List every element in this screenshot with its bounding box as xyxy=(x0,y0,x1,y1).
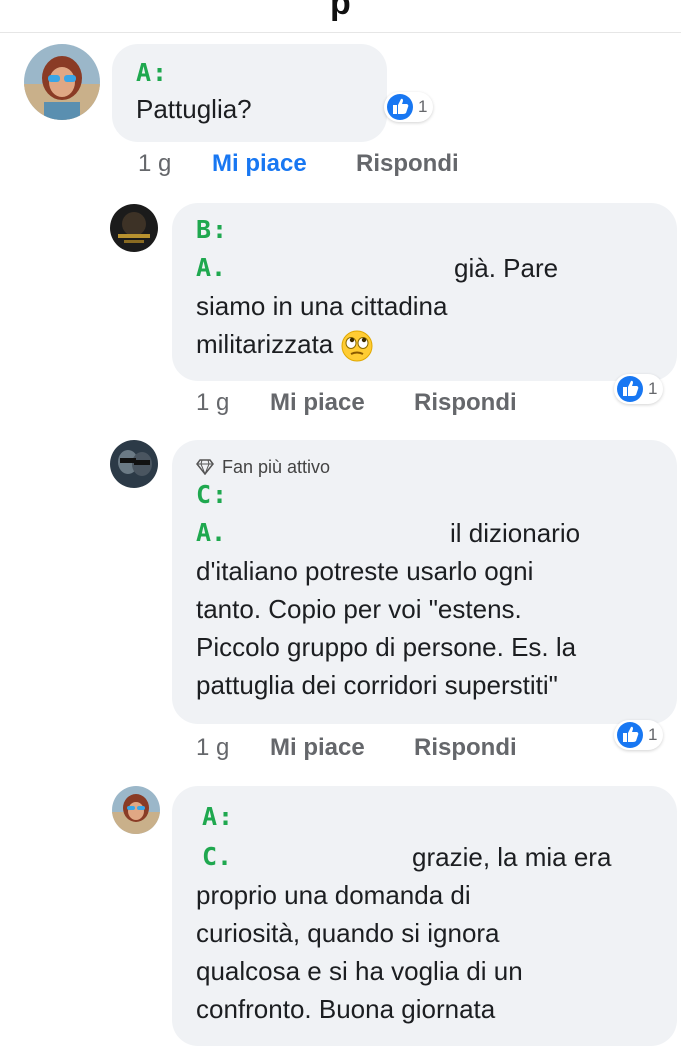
comment-text-line: tanto. Copio per voi "estens. xyxy=(196,594,522,624)
top-bar: p xyxy=(0,0,681,33)
comment-actions: 1 g Mi piace Rispondi xyxy=(196,389,596,419)
comment-text-line: pattuglia dei corridori superstiti" xyxy=(196,670,558,700)
reaction-summary[interactable]: 1 xyxy=(614,374,664,404)
comment-text-line: confronto. Buona giornata xyxy=(196,994,496,1024)
comment-text-line: già. Pare xyxy=(454,253,559,283)
comment-text-line: Piccolo gruppo di persone. Es. la xyxy=(196,632,577,662)
reply-button[interactable]: Rispondi xyxy=(414,734,517,762)
top-fan-badge: Fan più attivo xyxy=(196,456,677,478)
comment-time: 1 g xyxy=(196,389,230,416)
comment-text-line: siamo in una cittadina xyxy=(196,291,448,321)
comment-actions: 1 g Mi piace Rispondi xyxy=(196,734,596,764)
comment-text-line: qualcosa e si ha voglia di un xyxy=(196,956,523,986)
mention-tag[interactable]: C. xyxy=(202,838,232,876)
reaction-summary[interactable]: 1 xyxy=(384,92,434,122)
comment-text-line: curiosità, quando si ignora xyxy=(196,918,500,948)
badge-label: Fan più attivo xyxy=(222,457,331,477)
mention-tag[interactable]: A. xyxy=(196,514,226,552)
reaction-summary[interactable]: 1 xyxy=(614,720,664,750)
comment-bubble[interactable]: B: A. già. Pare siamo in una cittadina m… xyxy=(172,203,677,381)
comment-text-line: militarizzata xyxy=(196,329,334,359)
like-button[interactable]: Mi piace xyxy=(270,734,365,762)
comment-actions: 1 g Mi piace Rispondi xyxy=(138,150,538,180)
reaction-count: 1 xyxy=(418,97,428,116)
comment-text: Pattuglia? xyxy=(136,94,252,124)
comment-bubble[interactable]: A: Pattuglia? xyxy=(112,44,387,142)
comment-author[interactable]: C: xyxy=(196,480,677,510)
reaction-count: 1 xyxy=(648,379,658,398)
reply-button[interactable]: Rispondi xyxy=(414,389,517,417)
header-title-fragment: p xyxy=(330,0,351,22)
comment-author[interactable]: A: xyxy=(202,802,677,832)
comment-text-line: d'italiano potreste usarlo ogni xyxy=(196,556,534,586)
comment-text-line: proprio una domanda di xyxy=(196,880,471,910)
like-thumb-icon xyxy=(617,376,643,402)
avatar[interactable] xyxy=(112,786,160,834)
diamond-icon xyxy=(196,459,214,475)
comment-author[interactable]: B: xyxy=(196,215,677,245)
like-button[interactable]: Mi piace xyxy=(212,150,307,178)
comment-bubble[interactable]: A: C. grazie, la mia era proprio una dom… xyxy=(172,786,677,1046)
avatar[interactable] xyxy=(24,44,100,120)
comment-time: 1 g xyxy=(138,150,172,177)
reaction-count: 1 xyxy=(648,725,658,744)
reply-button[interactable]: Rispondi xyxy=(356,150,459,178)
comment-text-line: il dizionario xyxy=(450,518,581,548)
comment-time: 1 g xyxy=(196,734,230,761)
rolling-eyes-emoji-icon xyxy=(341,330,373,362)
like-button[interactable]: Mi piace xyxy=(270,389,365,417)
like-thumb-icon xyxy=(617,722,643,748)
comment-bubble[interactable]: Fan più attivo C: A. il dizionario d'ita… xyxy=(172,440,677,724)
like-thumb-icon xyxy=(387,94,413,120)
comment-text-line: grazie, la mia era xyxy=(412,842,612,872)
comment-author[interactable]: A: xyxy=(136,58,387,88)
mention-tag[interactable]: A. xyxy=(196,249,226,287)
avatar[interactable] xyxy=(110,204,158,252)
avatar[interactable] xyxy=(110,440,158,488)
